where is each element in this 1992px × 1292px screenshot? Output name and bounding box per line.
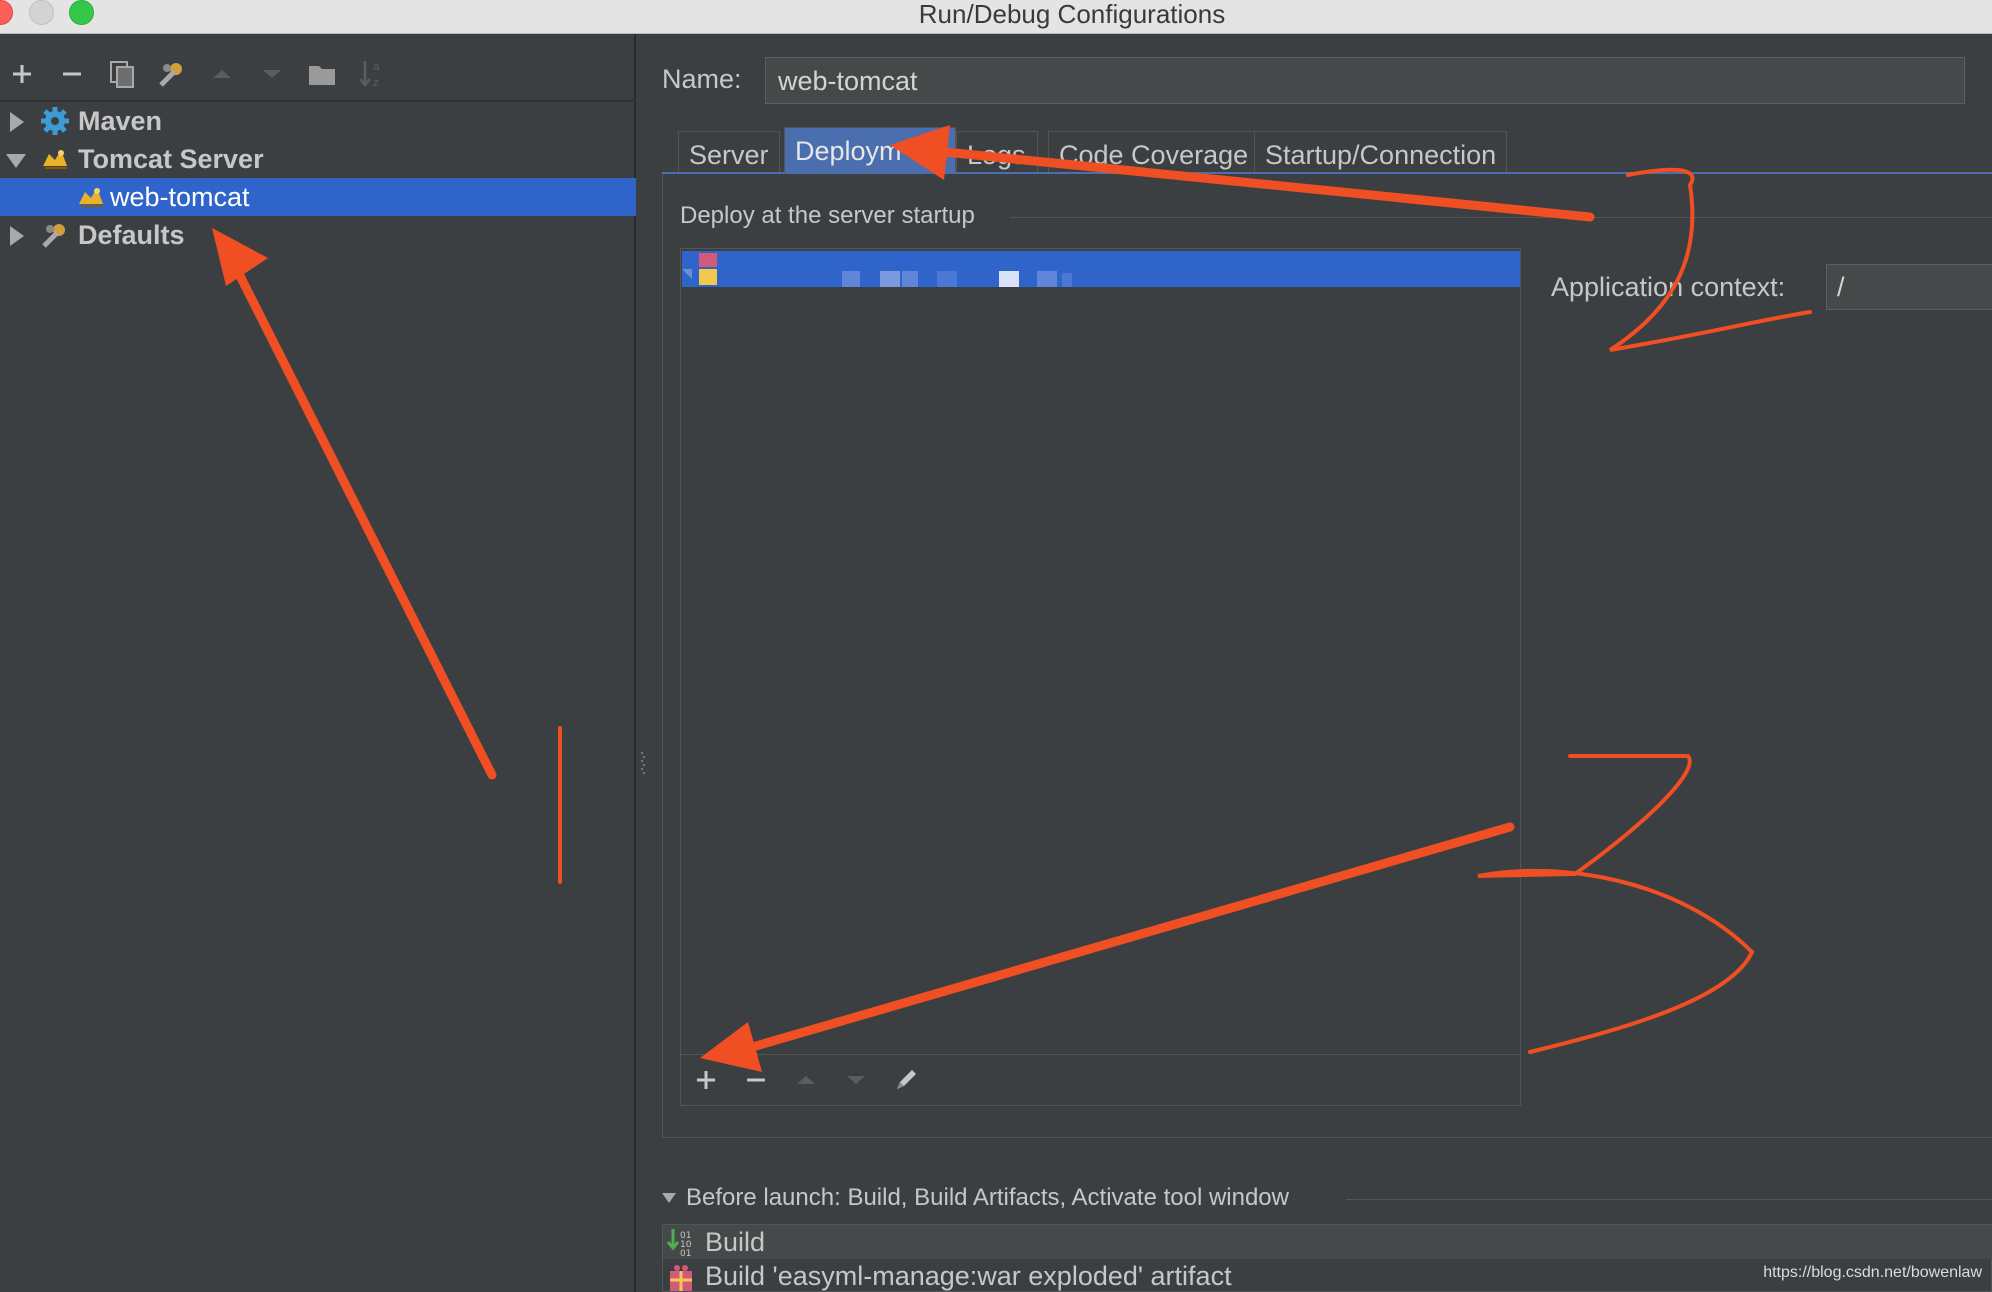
sort-icon[interactable]: az [352, 54, 392, 94]
tree-item-tomcat-server[interactable]: Tomcat Server [0, 140, 636, 178]
expand-arrow-icon[interactable] [10, 112, 24, 132]
svg-text:01: 01 [680, 1249, 691, 1257]
artifact-list[interactable] [680, 248, 1521, 1106]
tab-logs[interactable]: Logs [956, 131, 1038, 173]
copy-icon[interactable] [102, 54, 142, 94]
name-field[interactable]: web-tomcat [765, 57, 1965, 104]
move-up-button[interactable] [786, 1060, 826, 1100]
wrench-icon[interactable] [152, 54, 192, 94]
title-bar: Run/Debug Configurations [0, 0, 1992, 34]
list-item[interactable]: 01 10 01 Build [663, 1225, 1992, 1259]
tree-item-web-tomcat[interactable]: web-tomcat [0, 178, 636, 216]
name-label: Name: [662, 64, 742, 94]
collapse-arrow-icon[interactable] [6, 154, 26, 168]
list-item-label: Build [705, 1227, 766, 1257]
add-icon[interactable] [2, 54, 42, 94]
tomcat-icon [43, 150, 67, 169]
move-down-button[interactable] [836, 1060, 876, 1100]
window-title: Run/Debug Configurations [918, 0, 1226, 29]
remove-icon [747, 1078, 765, 1082]
svg-text:a: a [373, 60, 380, 73]
deploy-group-label: Deploy at the server startup [680, 202, 987, 230]
before-launch-label[interactable]: Before launch: Build, Build Artifacts, A… [686, 1184, 1301, 1212]
collapse-arrow-icon[interactable] [662, 1193, 676, 1203]
list-toolbar-divider [680, 1054, 1521, 1055]
add-icon [697, 1071, 715, 1089]
move-down-icon[interactable] [252, 54, 292, 94]
list-item[interactable] [682, 251, 1520, 287]
add-artifact-button[interactable] [686, 1060, 726, 1100]
app-context-label: Application context: [1551, 272, 1786, 302]
folder-icon[interactable] [302, 54, 342, 94]
before-launch-divider [1346, 1199, 1992, 1200]
tree-item-label: Tomcat Server [78, 144, 264, 174]
move-down-icon [847, 1076, 865, 1084]
tree-item-label: Maven [78, 106, 163, 136]
tree-toolbar: az [0, 54, 636, 96]
tree-item-label: web-tomcat [110, 182, 250, 212]
expand-arrow-icon[interactable] [10, 226, 24, 246]
remove-icon[interactable] [52, 54, 92, 94]
tab-code-coverage[interactable]: Code Coverage [1048, 131, 1260, 173]
move-up-icon[interactable] [202, 54, 242, 94]
edit-icon [897, 1070, 916, 1089]
tree-item-maven[interactable]: Maven [0, 102, 636, 140]
build-icon: 01 10 01 [667, 1229, 692, 1257]
watermark: https://blog.csdn.net/bowenlaw [1763, 1264, 1982, 1281]
artifact-icon [682, 253, 1072, 287]
tab-deployment[interactable]: Deploym [784, 127, 956, 173]
group-divider [1010, 217, 1992, 218]
app-context-field[interactable]: / [1826, 264, 1992, 310]
tomcat-icon [79, 188, 103, 207]
splitter-handle[interactable] [640, 750, 646, 776]
tab-startup-connection[interactable]: Startup/Connection [1254, 131, 1508, 173]
tree-item-defaults[interactable]: Defaults [0, 216, 636, 254]
tab-server[interactable]: Server [678, 131, 780, 173]
gear-icon [41, 107, 69, 135]
wrench-icon [42, 224, 65, 248]
remove-artifact-button[interactable] [736, 1060, 776, 1100]
svg-text:z: z [373, 76, 379, 89]
move-up-icon [797, 1076, 815, 1084]
edit-artifact-button[interactable] [886, 1060, 926, 1100]
list-item-label: Build 'easyml-manage:war exploded' artif… [705, 1261, 1232, 1291]
configuration-tree-panel: az Maven Tomcat Server web-tomcat Defaul… [0, 34, 636, 1292]
artifact-icon [670, 1265, 692, 1291]
tree-item-label: Defaults [78, 220, 185, 250]
